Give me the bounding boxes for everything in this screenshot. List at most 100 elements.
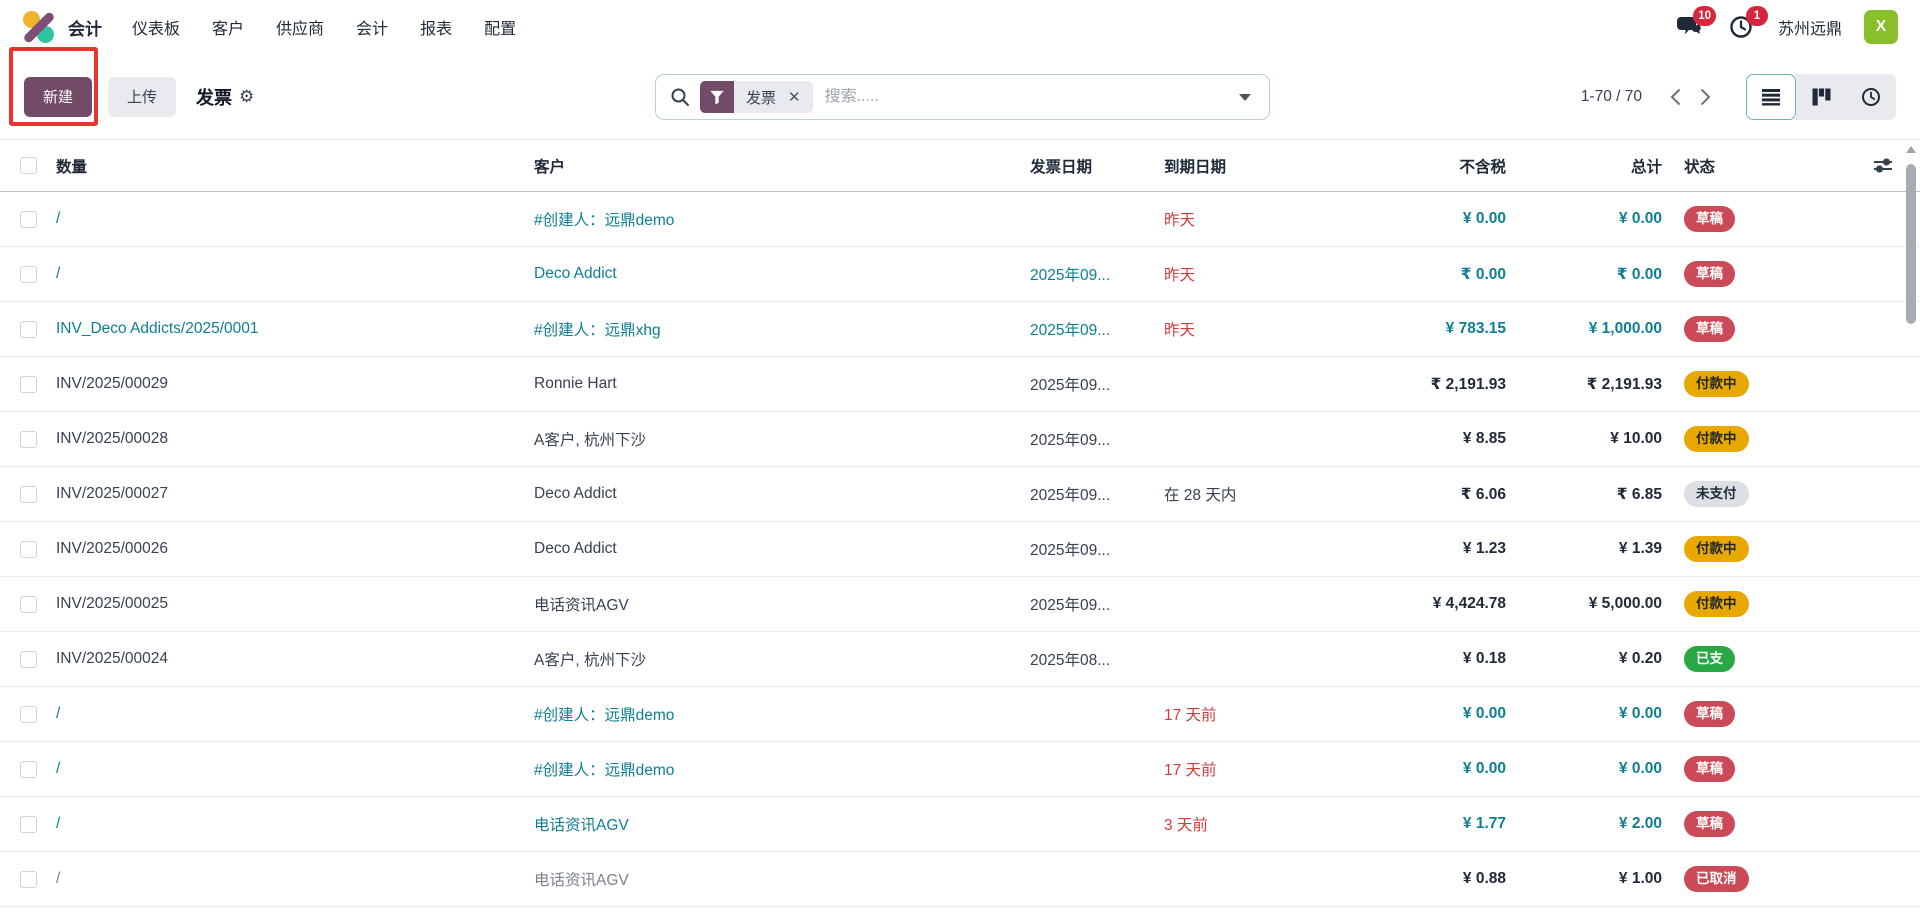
total-amount: ¥ 10.00: [1506, 430, 1662, 448]
status-badge: 已支: [1684, 646, 1735, 672]
invoice-date: 2025年08...: [1030, 648, 1164, 670]
table-row[interactable]: / #创建人：远鼎demo 昨天 ¥ 0.00 ¥ 0.00 草稿: [0, 192, 1920, 247]
row-checkbox[interactable]: [20, 541, 37, 558]
list-view-button[interactable]: [1746, 74, 1796, 120]
customer-name: A客户, 杭州下沙: [534, 648, 1030, 670]
invoice-number: INV_Deco Addicts/2025/0001: [56, 320, 534, 338]
scrollbar-thumb[interactable]: [1906, 164, 1916, 324]
row-checkbox[interactable]: [20, 706, 37, 723]
untaxed-amount: ₹ 0.00: [1414, 265, 1506, 284]
header-invoice-date[interactable]: 发票日期: [1030, 155, 1164, 177]
app-menu-accounting[interactable]: 会计: [68, 15, 102, 40]
nav-item-vendors[interactable]: 供应商: [276, 15, 324, 39]
gear-icon[interactable]: ⚙: [239, 88, 254, 105]
nav-item-accounting[interactable]: 会计: [356, 15, 388, 39]
search-icon: [670, 87, 690, 107]
header-total[interactable]: 总计: [1506, 155, 1662, 177]
nav-menu: 仪表板 客户 供应商 会计 报表 配置: [132, 15, 516, 39]
search-dropdown-caret-icon[interactable]: [1239, 94, 1251, 101]
search-input[interactable]: [825, 88, 1231, 106]
table-row[interactable]: / 电话资讯AGV 3 天前 ¥ 1.77 ¥ 2.00 草稿: [0, 797, 1920, 852]
upload-button[interactable]: 上传: [108, 77, 176, 117]
invoice-number: /: [56, 760, 534, 778]
search-bar[interactable]: 发票 ✕: [655, 74, 1270, 120]
status-badge: 草稿: [1684, 756, 1735, 782]
top-navbar: 会计 仪表板 客户 供应商 会计 报表 配置 10 1 苏州远鼎 X: [0, 0, 1920, 54]
messages-count-badge: 10: [1693, 6, 1716, 26]
activity-view-button[interactable]: [1846, 74, 1896, 120]
status-badge: 草稿: [1684, 261, 1735, 287]
search-facet-invoices[interactable]: 发票 ✕: [700, 81, 813, 113]
table-row[interactable]: INV/2025/00025 电话资讯AGV 2025年09... ¥ 4,42…: [0, 577, 1920, 632]
app-logo-icon[interactable]: [22, 10, 56, 44]
row-checkbox[interactable]: [20, 321, 37, 338]
filter-funnel-icon: [700, 81, 734, 113]
kanban-view-button[interactable]: [1796, 74, 1846, 120]
table-row[interactable]: / #创建人：远鼎demo 17 天前 ¥ 0.00 ¥ 0.00 草稿: [0, 687, 1920, 742]
facet-remove-icon[interactable]: ✕: [786, 81, 813, 113]
customer-name: Ronnie Hart: [534, 375, 1030, 393]
row-checkbox[interactable]: [20, 596, 37, 613]
page-title: 发票: [196, 84, 232, 110]
company-name[interactable]: 苏州远鼎: [1778, 15, 1842, 39]
row-checkbox[interactable]: [20, 871, 37, 888]
invoice-number: /: [56, 870, 534, 888]
new-button[interactable]: 新建: [24, 77, 92, 117]
pager-next-button[interactable]: [1690, 80, 1720, 114]
scrollbar-up-icon[interactable]: [1906, 146, 1916, 153]
invoice-date: 2025年09...: [1030, 593, 1164, 615]
due-date: 3 天前: [1164, 813, 1414, 835]
header-number[interactable]: 数量: [56, 155, 534, 177]
table-row[interactable]: INV/2025/00027 Deco Addict 2025年09... 在 …: [0, 467, 1920, 522]
untaxed-amount: ¥ 783.15: [1414, 320, 1506, 338]
invoice-number: /: [56, 815, 534, 833]
table-row[interactable]: INV/2025/00029 Ronnie Hart 2025年09... ₹ …: [0, 357, 1920, 412]
table-row[interactable]: / Deco Addict 2025年09... 昨天 ₹ 0.00 ₹ 0.0…: [0, 247, 1920, 302]
header-untaxed[interactable]: 不含税: [1414, 155, 1506, 177]
optional-columns-icon[interactable]: [1872, 156, 1894, 176]
table-row[interactable]: INV/2025/00028 A客户, 杭州下沙 2025年09... ¥ 8.…: [0, 412, 1920, 467]
due-date: 昨天: [1164, 318, 1414, 340]
select-all-checkbox[interactable]: [20, 157, 37, 174]
table-row[interactable]: INV/2025/00026 Deco Addict 2025年09... ¥ …: [0, 522, 1920, 577]
nav-item-customers[interactable]: 客户: [212, 15, 244, 39]
table-row[interactable]: / #创建人：远鼎demo 17 天前 ¥ 0.00 ¥ 0.00 草稿: [0, 742, 1920, 797]
table-row[interactable]: INV_Deco Addicts/2025/0001 #创建人：远鼎xhg 20…: [0, 302, 1920, 357]
total-amount: ¥ 1.39: [1506, 540, 1662, 558]
total-amount: ₹ 6.85: [1506, 485, 1662, 504]
customer-name: Deco Addict: [534, 265, 1030, 283]
invoice-number: INV/2025/00025: [56, 595, 534, 613]
customer-name: #创建人：远鼎xhg: [534, 318, 1030, 340]
status-badge: 未支付: [1684, 481, 1749, 507]
table-row[interactable]: INV/2025/00024 A客户, 杭州下沙 2025年08... ¥ 0.…: [0, 632, 1920, 687]
untaxed-amount: ¥ 1.23: [1414, 540, 1506, 558]
nav-item-reports[interactable]: 报表: [420, 15, 452, 39]
row-checkbox[interactable]: [20, 651, 37, 668]
row-checkbox[interactable]: [20, 431, 37, 448]
total-amount: ¥ 0.00: [1506, 705, 1662, 723]
activities-button[interactable]: 1: [1726, 13, 1756, 41]
row-checkbox[interactable]: [20, 816, 37, 833]
status-badge: 付款中: [1684, 536, 1749, 562]
header-customer[interactable]: 客户: [534, 155, 1030, 177]
row-checkbox[interactable]: [20, 266, 37, 283]
messages-button[interactable]: 10: [1674, 13, 1704, 41]
table-header-row: 数量 客户 发票日期 到期日期 不含税 总计 状态: [0, 140, 1920, 192]
row-checkbox[interactable]: [20, 761, 37, 778]
untaxed-amount: ¥ 1.77: [1414, 815, 1506, 833]
nav-item-settings[interactable]: 配置: [484, 15, 516, 39]
row-checkbox[interactable]: [20, 376, 37, 393]
vertical-scrollbar[interactable]: [1904, 140, 1918, 912]
user-avatar[interactable]: X: [1864, 10, 1898, 44]
row-checkbox[interactable]: [20, 486, 37, 503]
nav-item-dashboard[interactable]: 仪表板: [132, 15, 180, 39]
invoice-number: INV/2025/00029: [56, 375, 534, 393]
row-checkbox[interactable]: [20, 211, 37, 228]
header-status[interactable]: 状态: [1662, 155, 1846, 177]
table-row[interactable]: / 电话资讯AGV ¥ 0.88 ¥ 1.00 已取消: [0, 852, 1920, 907]
pager-previous-button[interactable]: [1660, 80, 1690, 114]
customer-name: 电话资讯AGV: [534, 868, 1030, 890]
status-badge: 草稿: [1684, 206, 1735, 232]
header-due-date[interactable]: 到期日期: [1164, 155, 1414, 177]
customer-name: #创建人：远鼎demo: [534, 703, 1030, 725]
